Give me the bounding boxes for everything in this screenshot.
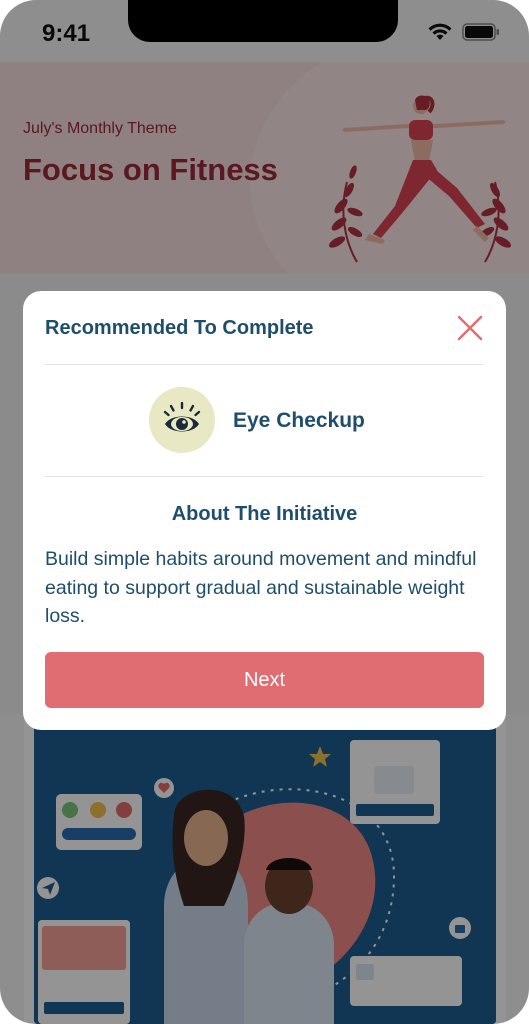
modal-divider — [45, 476, 483, 477]
eye-icon — [163, 402, 201, 432]
initiative-name: Eye Checkup — [233, 409, 365, 432]
modal-divider — [45, 364, 483, 365]
about-description: Build simple habits around movement and … — [45, 548, 477, 627]
modal-title: Recommended To Complete — [45, 317, 314, 339]
recommendation-modal: Recommended To Complete Eye Checkup Abou… — [23, 291, 506, 730]
initiative-icon-badge — [149, 387, 215, 453]
close-icon[interactable] — [455, 313, 485, 343]
next-button[interactable]: Next — [45, 652, 484, 708]
phone-screen: 9:41 July's Monthly Theme Focus on Fitne… — [0, 0, 529, 1024]
about-heading: About The Initiative — [171, 503, 358, 525]
